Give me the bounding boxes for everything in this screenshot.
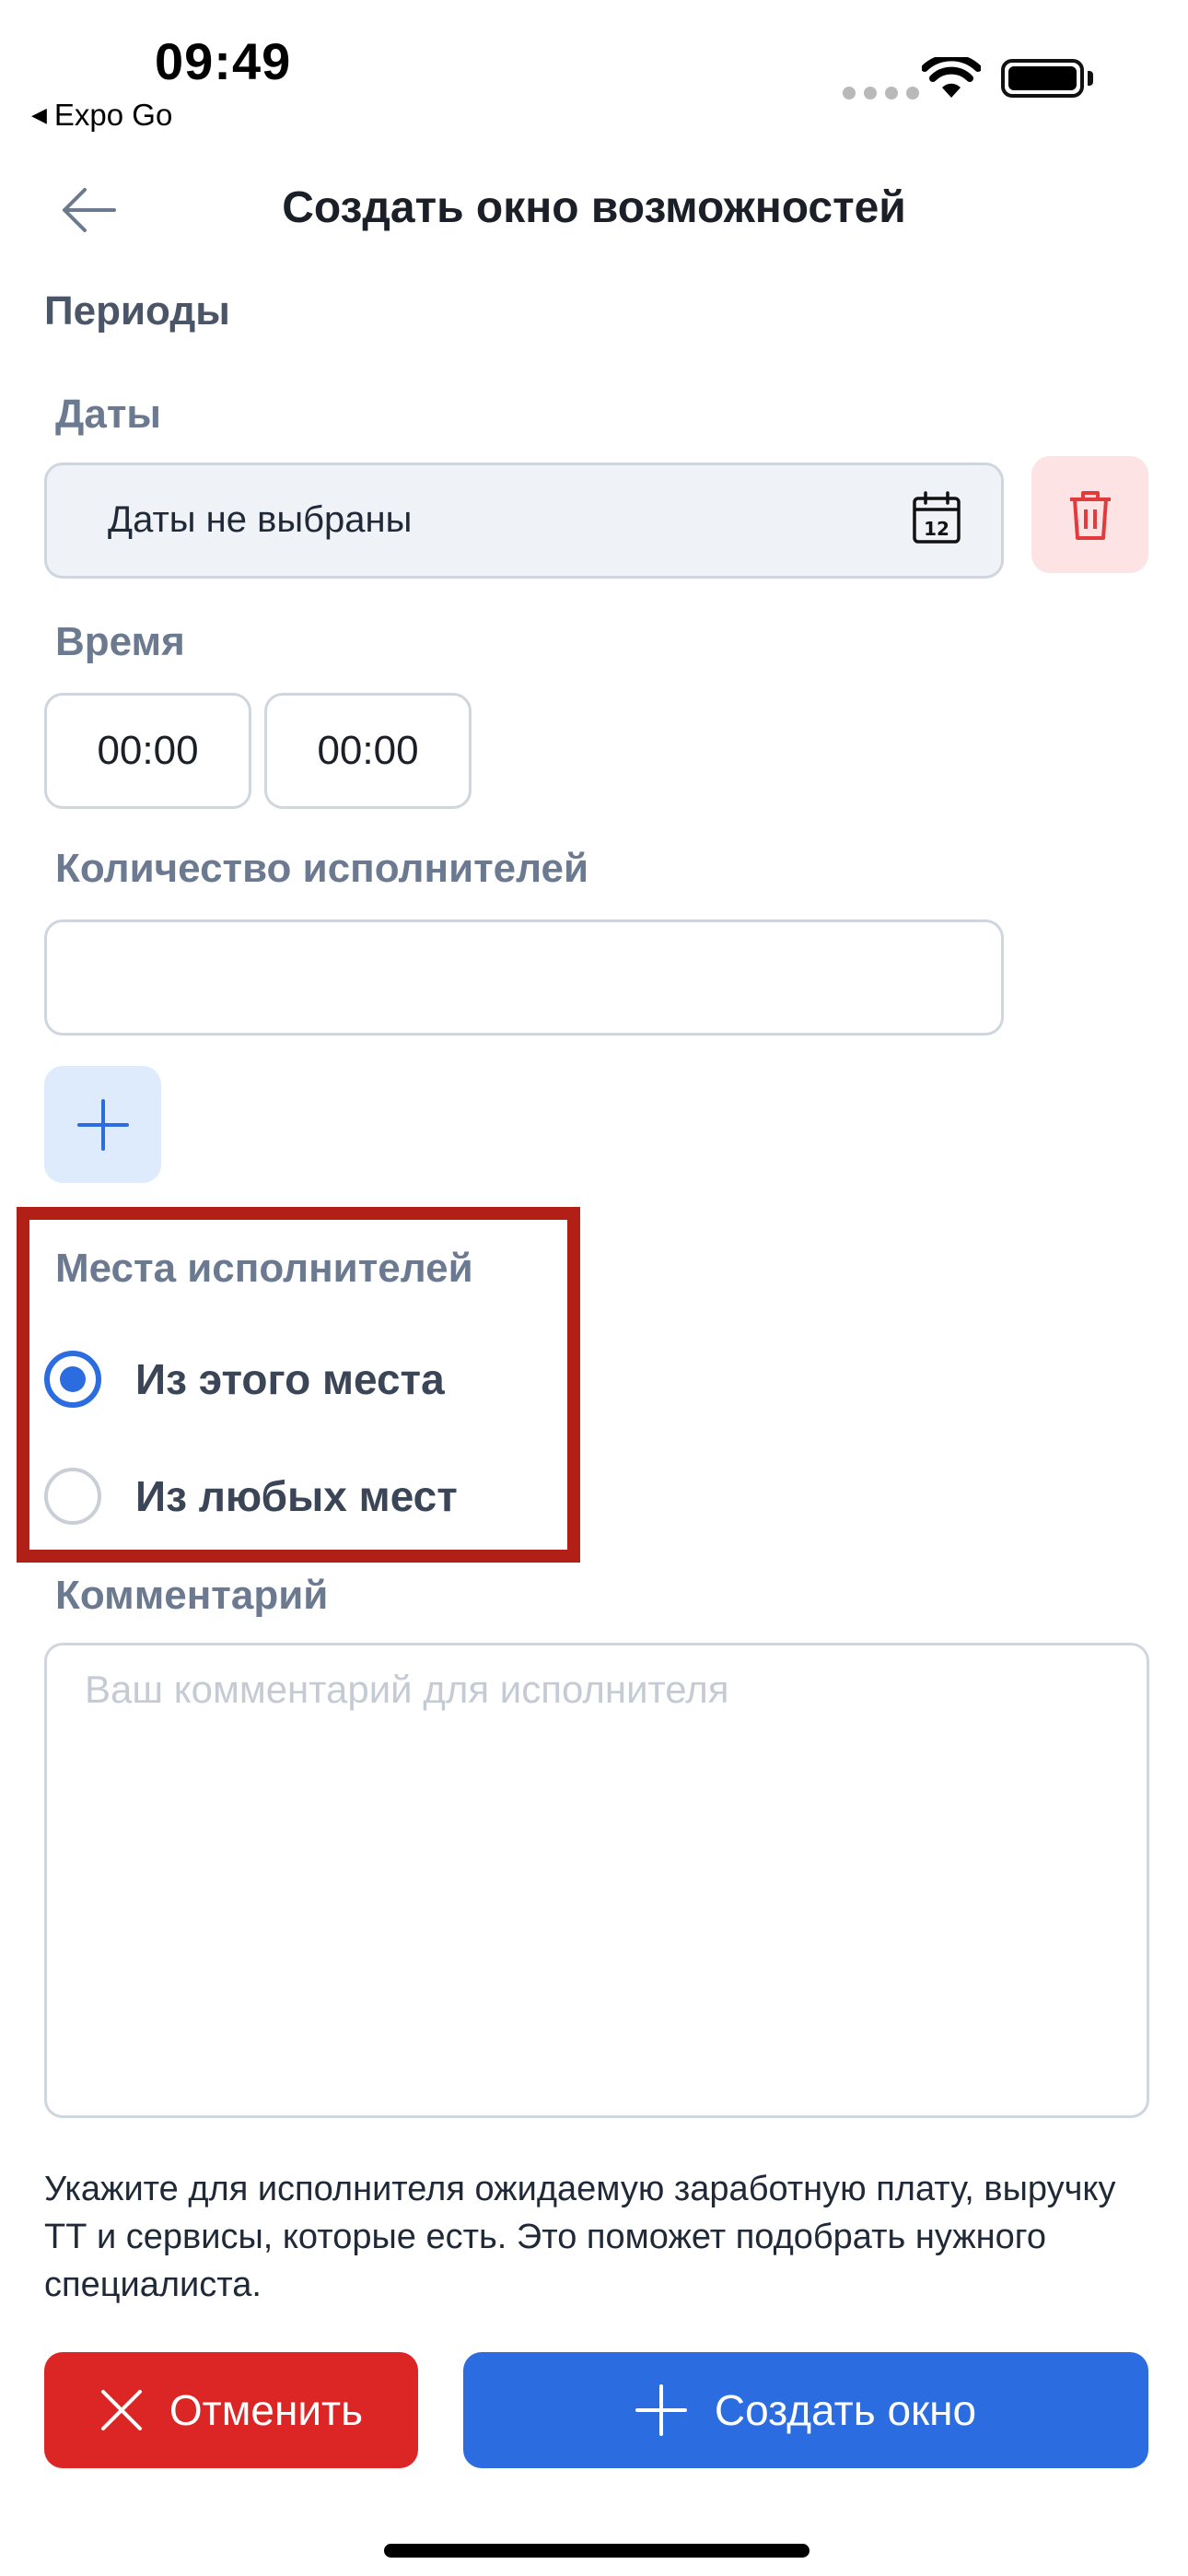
radio-this-place-label[interactable]: Из этого места bbox=[135, 1354, 445, 1404]
comment-textarea[interactable] bbox=[44, 1643, 1149, 2118]
comment-label: Комментарий bbox=[55, 1573, 329, 1618]
time-to-input[interactable]: 00:00 bbox=[264, 693, 472, 809]
back-to-app-link[interactable]: ◀ Expo Go bbox=[31, 98, 172, 133]
back-to-app-label: Expo Go bbox=[53, 98, 173, 132]
plus-icon bbox=[635, 2384, 687, 2436]
create-window-button[interactable]: Создать окно bbox=[463, 2352, 1148, 2468]
cancel-button[interactable]: Отменить bbox=[44, 2352, 418, 2468]
arrow-left-icon[interactable] bbox=[57, 182, 122, 238]
hint-text: Укажите для исполнителя ожидаемую зарабо… bbox=[44, 2170, 1116, 2304]
performers-count-label: Количество исполнителей bbox=[55, 846, 589, 891]
delete-period-button[interactable] bbox=[1031, 456, 1148, 573]
page-title: Создать окно возможностей bbox=[282, 183, 906, 232]
battery-tip bbox=[1088, 71, 1093, 86]
battery-icon bbox=[1001, 59, 1084, 98]
time-label: Время bbox=[55, 619, 185, 664]
radio-any-place[interactable] bbox=[44, 1468, 101, 1525]
create-window-button-label: Создать окно bbox=[714, 2386, 977, 2434]
cancel-button-label: Отменить bbox=[169, 2386, 364, 2434]
places-label: Места исполнителей bbox=[55, 1246, 473, 1291]
status-time: 09:49 bbox=[155, 32, 292, 90]
triangle-left-icon: ◀ bbox=[31, 103, 47, 126]
comment-placeholder: Ваш комментарий для исполнителя bbox=[85, 1668, 729, 1711]
section-title-periods: Периоды bbox=[44, 288, 230, 334]
radio-this-place[interactable] bbox=[44, 1351, 101, 1408]
wifi-icon bbox=[922, 57, 981, 98]
dates-value: Даты не выбраны bbox=[108, 499, 413, 540]
radio-any-place-label[interactable]: Из любых мест bbox=[135, 1471, 458, 1521]
cellular-signal-icon bbox=[843, 87, 919, 100]
close-icon bbox=[100, 2390, 142, 2430]
home-indicator[interactable] bbox=[384, 2544, 809, 2558]
trash-icon bbox=[1069, 490, 1111, 540]
calendar-icon[interactable]: 12 bbox=[912, 491, 961, 544]
time-from-input[interactable]: 00:00 bbox=[44, 693, 251, 809]
add-period-button[interactable] bbox=[44, 1066, 161, 1183]
calendar-day: 12 bbox=[924, 518, 949, 540]
performers-count-input[interactable] bbox=[44, 919, 1004, 1036]
plus-icon bbox=[76, 1098, 129, 1151]
dates-label: Даты bbox=[55, 392, 161, 437]
